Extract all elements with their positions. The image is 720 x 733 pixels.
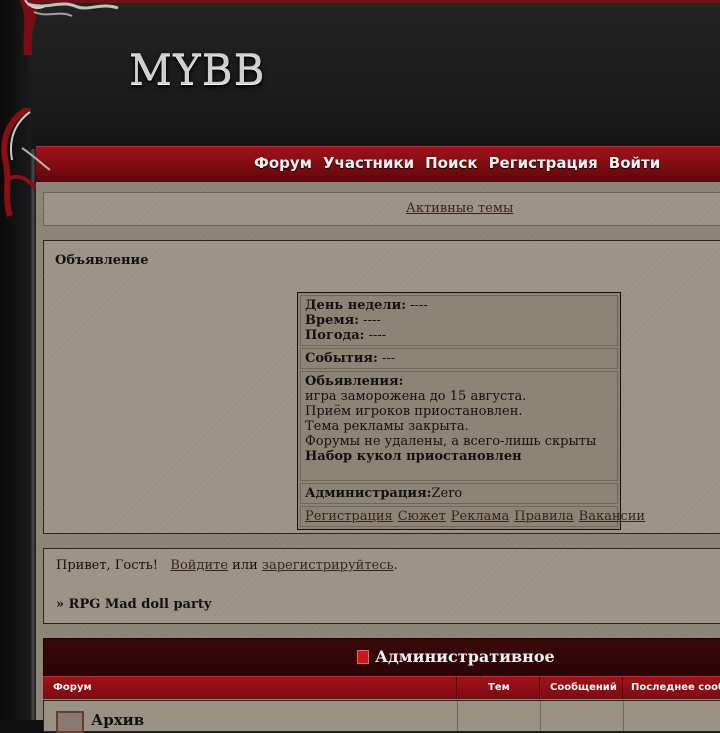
day-value: ---- (406, 298, 428, 313)
col-last-post: Последнее сообщ (631, 682, 720, 693)
ads-line: Форумы не удалены, а всего-лишь скрыты (305, 434, 597, 449)
time-value: ---- (359, 313, 381, 328)
header: MYBB (31, 0, 720, 149)
nav-search[interactable]: Поиск (425, 154, 477, 172)
nav-members[interactable]: Участники (323, 154, 414, 172)
greeting-line: Привет, Гость! Войдите или зарегистрируй… (56, 558, 398, 573)
cell-separator (540, 701, 541, 731)
category-header: Административное (43, 638, 720, 678)
forum-name[interactable]: Архив (91, 711, 144, 729)
events-value: --- (377, 351, 396, 366)
col-topics: Тем (488, 682, 510, 693)
col-separator (622, 677, 623, 699)
status-cell: День недели: ---- Время: ---- Погода: --… (300, 295, 618, 346)
board-title[interactable]: » RPG Mad doll party (56, 597, 211, 612)
weather-label: Погода: (305, 328, 365, 343)
admin-cell: Администрация:Zero (300, 483, 618, 504)
cell-separator (457, 701, 458, 731)
nav-forum[interactable]: Форум (254, 154, 312, 172)
ads-cell: Обьявления: игра заморожена до 15 август… (300, 371, 618, 481)
announcement-title: Объявление (55, 253, 149, 268)
weather-value: ---- (364, 328, 387, 343)
corner-ornament-icon (20, 0, 119, 55)
col-separator (456, 677, 457, 699)
nav-login[interactable]: Войти (609, 154, 660, 172)
category-title[interactable]: Административное (375, 647, 555, 666)
register-link[interactable]: зарегистрируйтесь (262, 558, 394, 573)
category-icon (357, 650, 369, 664)
ads-bold-line: Набор кукол приостановлен (305, 449, 522, 464)
active-topics-bar: Активные темы (43, 192, 720, 226)
col-forum: Форум (53, 682, 92, 693)
info-box: День недели: ---- Время: ---- Погода: --… (297, 292, 645, 530)
ads-line: Тема рекламы закрыта. (305, 419, 469, 434)
admin-value: Zero (431, 486, 463, 501)
info-links: Регистрация Сюжет Реклама Правила Ваканс… (300, 506, 645, 527)
content-area: Активные темы Объявление День недели: --… (36, 182, 720, 733)
nav-links: Форум Участники Поиск Регистрация Войти (254, 154, 660, 172)
ads-line: игра заморожена до 15 августа. (305, 389, 527, 404)
col-posts: Сообщений (550, 682, 617, 693)
or-text: или (228, 558, 262, 573)
link-plot[interactable]: Сюжет (398, 509, 446, 524)
ads-label: Обьявления: (305, 374, 404, 389)
ads-line: Приём игроков приостановлен. (305, 404, 523, 419)
forum-icon (56, 711, 84, 733)
site-logo[interactable]: MYBB (129, 45, 265, 94)
announcement-panel: Объявление День недели: ---- Время: ----… (43, 240, 720, 534)
period-text: . (393, 558, 398, 573)
greeting-panel: Привет, Гость! Войдите или зарегистрируй… (43, 548, 720, 624)
forum-table-header: Форум Тем Сообщений Последнее сообщ (43, 676, 720, 699)
nav-register[interactable]: Регистрация (489, 154, 598, 172)
forum-row[interactable]: Архив (43, 700, 720, 733)
link-rules[interactable]: Правила (514, 509, 573, 524)
col-separator (539, 677, 540, 699)
time-label: Время: (305, 313, 360, 328)
admin-label: Администрация: (305, 486, 432, 501)
day-label: День недели: (305, 298, 407, 313)
main-navbar: Форум Участники Поиск Регистрация Войти (36, 146, 720, 184)
link-vacancies[interactable]: Вакансии (579, 509, 645, 524)
login-link[interactable]: Войдите (170, 558, 228, 573)
link-ads[interactable]: Реклама (451, 509, 509, 524)
cell-separator (623, 701, 624, 731)
greeting-text: Привет, Гость! (56, 558, 159, 573)
events-label: События: (305, 351, 378, 366)
events-cell: События: --- (300, 348, 618, 369)
active-topics-link[interactable]: Активные темы (406, 201, 513, 216)
link-registration[interactable]: Регистрация (305, 509, 393, 524)
